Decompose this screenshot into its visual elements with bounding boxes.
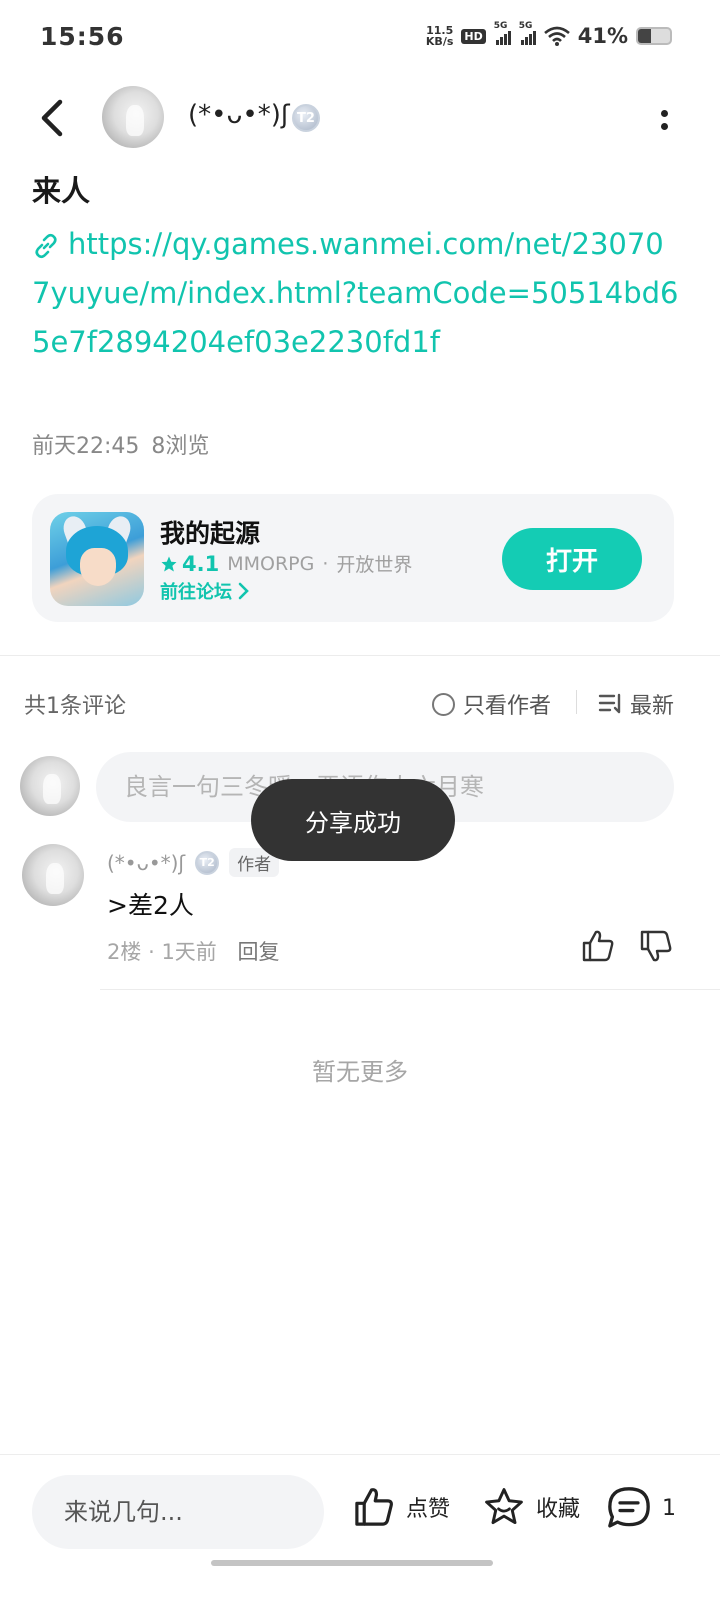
- post-link[interactable]: https://qy.games.wanmei.com/net/230707yu…: [32, 220, 682, 367]
- meta-dot: ·: [148, 940, 155, 964]
- post-meta: 前天22:45 8浏览: [32, 428, 209, 460]
- bottom-action-bar: 点赞 收藏 1: [0, 1454, 720, 1600]
- meta-separator: ·: [322, 552, 329, 575]
- signal-icon: 5G: [494, 21, 511, 45]
- more-dot: [660, 110, 668, 117]
- hd-icon: HD: [461, 28, 486, 44]
- comment-time: 1天前: [161, 940, 217, 964]
- open-game-button[interactable]: 打开: [502, 528, 642, 590]
- thumbs-down-icon[interactable]: [638, 928, 674, 964]
- comment-meta: 2楼 · 1天前 回复: [107, 936, 280, 966]
- comment-text: >差2人: [107, 891, 194, 920]
- toolbar-divider: [576, 690, 577, 714]
- link-icon: [35, 233, 57, 259]
- star-outline-icon: [485, 1488, 523, 1525]
- favorite-button[interactable]: 收藏: [482, 1485, 580, 1529]
- post-time: 前天22:45: [32, 434, 140, 459]
- author-avatar[interactable]: [102, 86, 164, 148]
- game-card[interactable]: 我的起源 4.1 MMORPG · 开放世界 前往论坛 打开: [32, 494, 674, 622]
- more-dot: [660, 123, 668, 130]
- post-views: 8浏览: [151, 434, 210, 459]
- author-username[interactable]: (*•ᴗ•*)ʃ: [188, 100, 290, 130]
- chevron-right-icon: [238, 582, 249, 600]
- post-title: 来人: [32, 174, 91, 208]
- level-badge-icon: T2: [292, 104, 320, 132]
- commenter-avatar[interactable]: [22, 844, 84, 906]
- level-badge-icon: T2: [195, 850, 220, 875]
- game-genre: MMORPG: [227, 552, 315, 575]
- game-meta: 4.1 MMORPG · 开放世界: [160, 550, 412, 577]
- sort-newest-button[interactable]: 最新: [598, 688, 674, 720]
- author-only-toggle[interactable]: 只看作者: [432, 688, 551, 720]
- game-tag: 开放世界: [336, 554, 413, 576]
- post-header: (*•ᴗ•*)ʃ T2: [0, 84, 720, 154]
- sort-icon: [598, 693, 621, 714]
- star-icon: [161, 556, 177, 571]
- section-divider: [0, 655, 720, 656]
- status-bar: 15:56 11.5 KB/s HD 5G 5G 41%: [0, 0, 720, 78]
- my-avatar: [20, 756, 80, 816]
- game-name: 我的起源: [160, 519, 261, 548]
- comment-button[interactable]: 1: [606, 1485, 676, 1531]
- no-more-label: 暂无更多: [312, 1058, 408, 1086]
- comment-floor: 2楼: [107, 940, 142, 964]
- commenter-username[interactable]: (*•ᴗ•*)ʃ: [107, 851, 185, 875]
- comments-toolbar: 共1条评论 只看作者 最新: [24, 686, 674, 720]
- signal-icon-2: 5G: [519, 21, 536, 45]
- game-rating: 4.1: [160, 552, 219, 576]
- reply-button[interactable]: 回复: [238, 940, 280, 964]
- commenter-info: (*•ᴗ•*)ʃ T2 作者: [107, 848, 280, 877]
- battery-fill: [638, 29, 652, 43]
- comment-divider: [100, 989, 720, 990]
- status-time: 15:56: [40, 22, 125, 51]
- home-indicator[interactable]: [211, 1560, 493, 1566]
- go-to-forum-link[interactable]: 前往论坛: [160, 578, 250, 604]
- share-success-toast: 分享成功: [251, 779, 455, 861]
- comment-icon: [608, 1487, 650, 1528]
- comment-item: (*•ᴗ•*)ʃ T2 作者 >差2人 2楼 · 1天前 回复: [0, 840, 720, 990]
- status-icons: 11.5 KB/s HD 5G 5G 41%: [425, 21, 672, 48]
- back-arrow-icon: [41, 99, 63, 137]
- post-link-text[interactable]: https://qy.games.wanmei.com/net/230707yu…: [32, 227, 678, 359]
- thumbs-up-icon[interactable]: [580, 928, 616, 964]
- battery-percent: 41%: [577, 24, 628, 48]
- wifi-icon: [543, 26, 570, 46]
- game-app-icon: [50, 512, 144, 606]
- like-button[interactable]: 点赞: [352, 1485, 450, 1529]
- network-speed: 11.5 KB/s: [425, 24, 454, 48]
- comment-count: 共1条评论: [24, 694, 126, 719]
- battery-icon: [636, 27, 672, 45]
- radio-icon: [432, 692, 455, 716]
- back-button[interactable]: [30, 96, 74, 140]
- quick-comment-input[interactable]: [32, 1475, 324, 1549]
- thumbs-up-icon: [355, 1488, 393, 1526]
- more-options-button[interactable]: [652, 102, 676, 138]
